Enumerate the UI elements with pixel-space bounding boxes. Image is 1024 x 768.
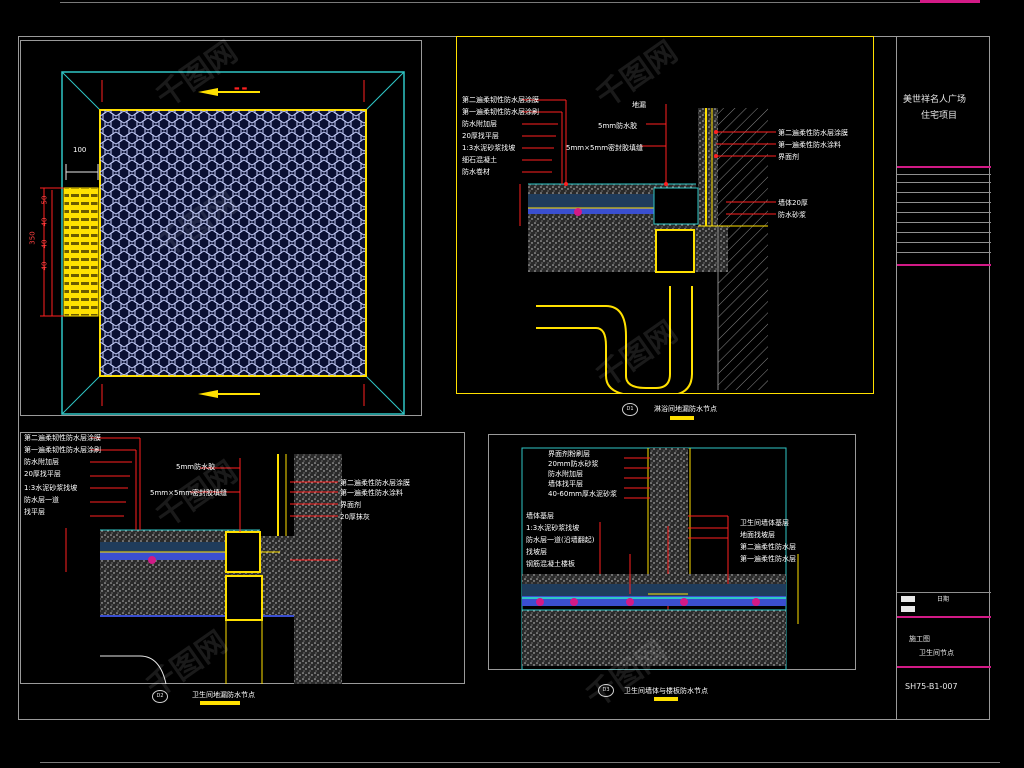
d1-mid-label-2: 5mm×5mm密封胶填缝 <box>566 144 644 152</box>
top-accent <box>920 0 980 3</box>
d1-right-labels-lower: 墙体20厚 防水砂浆 <box>778 199 808 219</box>
d2-left-labels: 第二遍柔韧性防水层涂膜 第一遍柔韧性防水层涂刷 防水附加层 20厚找平层 1:3… <box>24 434 101 516</box>
project-name: 美世祥名人广场 <box>903 95 967 105</box>
tb-divider-1 <box>897 166 991 168</box>
d1-mid-label-1: 5mm防水胶 <box>598 122 638 130</box>
tb-divider-2 <box>897 264 991 266</box>
d1-caption: 淋浴间地漏防水节点 <box>654 405 717 413</box>
title-block: 美世祥名人广场 住宅项目 日期 施工图 卫生间节点 SH75-B1-007 <box>896 36 991 720</box>
project-subname: 住宅项目 <box>921 111 958 121</box>
d3-left-labels-lower: 墙体基层 1:3水泥砂浆找坡 防水层一道(沿墙翻起) 找坡层 钢筋混凝土楼板 <box>526 512 595 568</box>
d2-caption-underline <box>200 701 240 705</box>
d3-caption-underline <box>654 697 678 701</box>
plan-dim-side: 350 <box>28 231 37 245</box>
sheet-subname: 卫生间节点 <box>919 649 954 657</box>
d1-left-labels: 第二遍柔韧性防水层涂膜 第一遍柔韧性防水层涂刷 防水附加层 20厚找平层 1:3… <box>462 96 539 176</box>
tb-date-label: 日期 <box>937 596 950 603</box>
d2-caption: 卫生间地漏防水节点 <box>192 691 255 699</box>
plan-dim-top: 100 <box>73 146 87 154</box>
sheet-name: 施工图 <box>909 635 930 643</box>
d1-mid-label-0: 地漏 <box>632 101 646 109</box>
d3-right-labels: 卫生间墙体基层 地面找坡层 第二遍柔性防水层 第一遍柔性防水层 <box>740 519 796 563</box>
plan-side-dims: 50 40 40 40 <box>40 195 49 271</box>
d1-caption-underline <box>670 416 694 420</box>
tb-small-box <box>901 596 915 602</box>
bottom-frame-line <box>40 762 1000 763</box>
d2-right-labels: 第二遍柔性防水层涂膜 第一遍柔性防水涂料 界面剂 20厚抹灰 <box>340 479 410 521</box>
d1-right-labels: 第二遍柔性防水层涂膜 第一遍柔性防水涂料 界面剂 <box>778 129 848 161</box>
d1-tag: D1 <box>622 403 638 416</box>
svg-text:▬ ▬: ▬ ▬ <box>234 85 248 92</box>
drawing-number: SH75-B1-007 <box>905 682 958 691</box>
top-frame-line <box>60 0 960 3</box>
d3-left-labels: 界面剂粉刷层 20mm防水砂浆 防水附加层 墙体找平层 40-60mm厚水泥砂浆 <box>548 450 617 498</box>
